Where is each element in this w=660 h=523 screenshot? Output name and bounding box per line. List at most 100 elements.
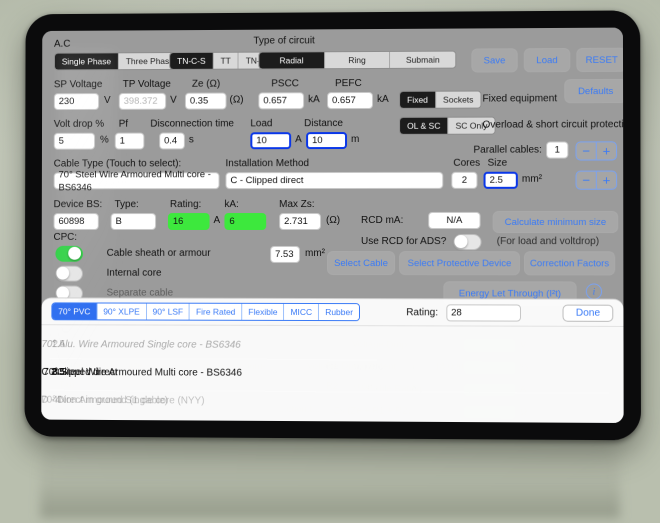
tab-rubber[interactable]: Rubber — [319, 304, 360, 321]
size-decrement-button[interactable]: − — [576, 171, 597, 189]
rcd-ma-input[interactable]: N/A — [428, 211, 481, 230]
select-protective-device-button[interactable]: Select Protective Device — [399, 251, 520, 276]
picker-size-row[interactable]: 4 — [41, 395, 74, 406]
protection-option-ol-sc[interactable]: OL & SC — [400, 117, 449, 134]
load-label: Load — [250, 118, 273, 130]
cpc-sheath-size-input[interactable]: 7.53 — [270, 245, 301, 263]
toggle-knob — [56, 266, 70, 280]
tab-micc[interactable]: MICC — [284, 303, 320, 321]
defaults-button[interactable]: Defaults — [564, 78, 624, 104]
equipment-caption: Fixed equipment — [482, 93, 558, 105]
ze-input[interactable]: 0.35 — [184, 92, 227, 110]
equipment-option-fixed[interactable]: Fixed — [400, 91, 436, 108]
device-ka-input[interactable]: 6 — [224, 213, 267, 230]
type-of-circuit-label: Type of circuit — [253, 35, 315, 47]
info-icon[interactable]: i — [585, 283, 603, 300]
volt-drop-input[interactable]: 5 — [53, 132, 96, 150]
device-rating-input[interactable]: 16 — [167, 213, 210, 230]
cores-input[interactable]: 2 — [451, 171, 478, 189]
circuit-option-radial[interactable]: Radial — [259, 52, 325, 69]
calculate-minimum-size-button[interactable]: Calculate minimum size — [492, 210, 619, 234]
device-maxzs-unit: (Ω) — [326, 214, 341, 227]
picker-method-row-selected[interactable]: C - Clipped direct — [41, 367, 623, 381]
picker-cable-row[interactable]: 70° Alu. Wire Armoured Single core - BS6… — [41, 339, 623, 352]
tab-90-lsf[interactable]: 90° LSF — [146, 303, 191, 320]
picker-rating-input[interactable]: 28 — [446, 303, 521, 322]
tab-70-pvc[interactable]: 70° PVC — [52, 303, 98, 320]
parallel-increment-button[interactable]: + — [596, 142, 617, 160]
distance-input[interactable]: 10 — [306, 132, 348, 150]
cpc-sheath-size-unit: mm² — [305, 247, 325, 260]
circuit-option-submain[interactable]: Submain — [390, 51, 456, 68]
save-button[interactable]: Save — [471, 48, 518, 73]
device-rating-unit: A — [213, 215, 221, 226]
load-button[interactable]: Load — [523, 47, 571, 73]
app-screen: Minimum CPC size 1.20 mm² R1 0.0786 r 18… — [41, 27, 624, 424]
cores-label: Cores — [453, 157, 481, 169]
picker-size-label: 2.5 — [51, 366, 65, 378]
parallel-decrement-button[interactable]: − — [576, 142, 597, 160]
size-input[interactable]: 2.5 — [483, 171, 518, 189]
tab-flexible[interactable]: Flexible — [242, 303, 285, 320]
total-bg-value: 1.00 — [384, 422, 403, 423]
picker-size-row-selected[interactable]: 2.5 — [41, 367, 74, 378]
tab-90-xlpe[interactable]: 90° XLPE — [97, 303, 147, 320]
cpc-toggle-cable-sheath[interactable] — [55, 245, 84, 262]
sp-voltage-input[interactable]: 230 — [53, 93, 100, 111]
pscc-label: PSCC — [271, 78, 299, 90]
tp-voltage-unit: V — [170, 94, 177, 106]
use-rcd-for-ads-toggle[interactable] — [453, 234, 482, 251]
pf-input[interactable]: 1 — [114, 132, 145, 150]
parallel-cables-input[interactable]: 1 — [546, 141, 569, 159]
pefc-input[interactable]: 0.657 — [327, 91, 374, 110]
select-cable-button[interactable]: Select Cable — [326, 251, 396, 276]
cpc-toggle-internal-core[interactable] — [55, 265, 83, 282]
protection-caption: Overload & short circuit protecti… — [482, 119, 624, 131]
sp-voltage-unit: V — [103, 94, 111, 106]
disconnection-time-input[interactable]: 0.4 — [159, 132, 185, 150]
equipment-segmented-control[interactable]: Fixed Sockets — [399, 90, 482, 109]
tab-fire-rated[interactable]: Fire Rated — [190, 303, 243, 320]
disconnection-time-unit: s — [188, 134, 194, 146]
parallel-cables-stepper[interactable]: − + — [575, 141, 618, 161]
picker-done-button[interactable]: Done — [562, 304, 614, 322]
ze-label: Ze (Ω) — [191, 78, 221, 90]
phase-segmented-control[interactable]: Single Phase Three Phase — [53, 52, 182, 71]
cpc-label-internal-core: Internal core — [106, 267, 162, 279]
device-maxzs-input[interactable]: 2.731 — [279, 213, 322, 230]
volt-drop-label: Volt drop % — [53, 118, 105, 130]
installation-method-input[interactable]: C - Clipped direct — [225, 171, 444, 190]
device-rating-label: Rating: — [169, 199, 202, 211]
ze-unit: (Ω) — [229, 94, 244, 106]
pefc-label: PEFC — [335, 78, 362, 90]
device-type-input[interactable]: B — [110, 213, 157, 230]
correction-factors-button[interactable]: Correction Factors — [523, 251, 616, 276]
earthing-option-tt[interactable]: TT — [213, 52, 239, 69]
device-type-label: Type: — [114, 199, 139, 211]
pscc-input[interactable]: 0.657 — [258, 92, 305, 110]
tablet-device: Minimum CPC size 1.20 mm² R1 0.0786 r 18… — [24, 10, 641, 441]
sp-voltage-label: SP Voltage — [53, 79, 103, 91]
earthing-option-tncs[interactable]: TN-C-S — [170, 52, 214, 69]
installation-method-label: Installation Method — [225, 158, 310, 170]
load-input[interactable]: 10 — [250, 132, 292, 150]
tp-voltage-input[interactable]: 398.372 — [118, 92, 167, 110]
cable-type-input[interactable]: 70° Steel Wire Armoured Multi core - BS6… — [53, 169, 220, 193]
insulation-type-tabs[interactable]: 70° PVC 90° XLPE 90° LSF Fire Rated Flex… — [51, 302, 361, 322]
size-stepper[interactable]: − + — [575, 170, 618, 190]
device-bs-input[interactable]: 60898 — [53, 213, 99, 230]
total-bg-label: Total... — [304, 421, 332, 423]
circuit-option-ring[interactable]: Ring — [324, 51, 391, 69]
size-increment-button[interactable]: + — [596, 171, 617, 189]
equipment-option-sockets[interactable]: Sockets — [435, 91, 481, 108]
device-ka-label: kA: — [224, 199, 239, 211]
protection-segmented-control[interactable]: OL & SC SC Only — [399, 116, 496, 135]
picker-wheel[interactable]: 70° Alu. Wire Armoured Single core - BS6… — [41, 325, 623, 423]
picker-size-row[interactable]: 1.5 — [41, 339, 74, 350]
picker-method-row[interactable]: D - Direct in ground (1 cable) — [41, 395, 623, 409]
reset-button[interactable]: RESET — [576, 47, 624, 73]
device-maxzs-label: Max Zs: — [279, 199, 315, 211]
phase-option-single[interactable]: Single Phase — [54, 53, 119, 70]
distance-label: Distance — [304, 118, 343, 130]
circuit-type-segmented-control[interactable]: Radial Ring Submain — [258, 50, 457, 70]
